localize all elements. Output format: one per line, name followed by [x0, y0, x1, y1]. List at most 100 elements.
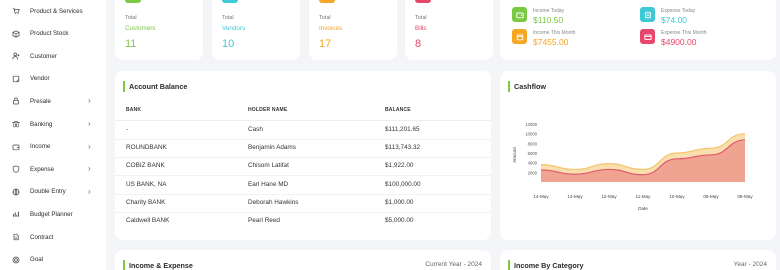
stat-label: Total [415, 15, 427, 21]
balance-cell: $113,743.32 [385, 144, 421, 152]
bank-icon [11, 119, 21, 129]
cashflow-panel: Cashflow 2000 4000 6000 8000 10000 12000 Amoun… [500, 71, 776, 240]
panel-subtitle: Year - 2024 [733, 261, 767, 268]
col-header-balance: BALANCE [385, 107, 411, 113]
y-axis-label: Amount [512, 146, 517, 162]
stat-title: Vendors [222, 25, 246, 32]
stat-value: 10 [222, 38, 235, 50]
bank-cell: Charity BANK [126, 198, 166, 206]
col-header-bank: BANK [126, 107, 142, 113]
x-tick-label: 13-May [567, 194, 583, 199]
x-tick-label: 08-May [737, 194, 753, 199]
chevron-right-icon: › [88, 186, 91, 196]
expense-today-label: Expense Today [661, 8, 696, 14]
sidebar-item-expense[interactable]: Expense › [0, 159, 106, 179]
x-tick-label: 12-May [601, 194, 617, 199]
invoices-icon [319, 0, 335, 3]
income-month-label: Income This Month [533, 30, 576, 36]
balance-cell: $1,922.00 [385, 162, 414, 170]
panel-subtitle: Current Year - 2024 [425, 261, 482, 268]
user-plus-icon [11, 51, 21, 61]
sidebar-item-label: Goal [30, 256, 44, 264]
stat-card-bills[interactable]: Total Bills 8 [405, 0, 493, 60]
cashflow-chart: 2000 4000 6000 8000 10000 12000 Amount 14-May 13… [512, 122, 753, 211]
holder-cell: Earl Hane MD [248, 180, 289, 188]
sidebar-item-label: Banking [30, 120, 53, 128]
sidebar-item-banking[interactable]: Banking › [0, 114, 106, 134]
globe-icon [11, 187, 21, 197]
stat-card-vendors[interactable]: Total Vendors 10 [212, 0, 300, 60]
chevron-right-icon: › [88, 119, 91, 128]
stat-card-invoices[interactable]: Total Invoices 17 [309, 0, 397, 60]
balance-cell: $111,201.65 [385, 126, 420, 133]
sidebar-item-label: Expense [30, 165, 55, 173]
expense-month-label: Expense This Month [661, 30, 707, 36]
sidebar: Product & Services Product Stock Customer V… [0, 0, 106, 270]
income-month-value: $7455.00 [533, 37, 569, 47]
header-divider [115, 120, 491, 121]
contract-icon [11, 232, 21, 242]
stat-label: Total [319, 15, 331, 21]
income-by-category-panel: Income By Category Year - 2024 [500, 250, 776, 270]
customers-icon [125, 0, 141, 3]
sidebar-item-label: Vendor [30, 75, 50, 83]
sidebar-item-label: Product Stock [30, 30, 69, 38]
wallet-icon [11, 142, 21, 152]
row-divider [115, 139, 491, 140]
sidebar-item-budget-planner[interactable]: Budget Planner [0, 204, 106, 224]
holder-cell: Pearl Reed [248, 217, 280, 224]
x-axis-label: Date [638, 206, 648, 211]
calendar-icon [512, 29, 527, 44]
sidebar-item-label: Presale [30, 97, 51, 105]
sidebar-item-goal[interactable]: Goal [0, 250, 106, 270]
receipt-icon [640, 7, 655, 22]
y-tick-label: 6000 [528, 151, 538, 156]
bank-cell: - [126, 126, 129, 133]
y-tick-label: 2000 [528, 170, 538, 175]
sidebar-item-label: Customer [30, 52, 57, 60]
income-today-label: Income Today [533, 8, 565, 14]
expense-month-value: $4900.00 [661, 37, 697, 47]
sidebar-item-label: Income [30, 143, 51, 151]
balance-cell: $5,000.00 [385, 217, 414, 224]
note-icon [11, 74, 21, 84]
col-header-holder: HOLDER NAME [248, 107, 288, 113]
sidebar-item-product-services[interactable]: Product & Services [0, 1, 106, 21]
stat-card-customers[interactable]: Total Customers 11 [115, 0, 203, 60]
sidebar-item-customer[interactable]: Customer [0, 46, 106, 66]
y-tick-label: 10000 [525, 132, 537, 137]
sidebar-item-label: Product & Services [30, 7, 83, 15]
sidebar-item-income[interactable]: Income › [0, 137, 106, 157]
wallet-icon [512, 7, 527, 22]
y-tick-label: 12000 [525, 122, 537, 127]
target-icon [11, 255, 21, 265]
panel-title: Income By Category [508, 260, 584, 270]
income-today-value: $110.50 [533, 15, 564, 25]
holder-cell: Chisom Latifat [248, 162, 289, 170]
sidebar-item-label: Double Entry [30, 188, 66, 196]
chevron-right-icon: › [88, 141, 91, 151]
box-icon [11, 29, 21, 39]
panel-title: Income & Expense [123, 260, 193, 270]
bank-cell: US BANK, NA [126, 180, 167, 188]
y-tick-label: 4000 [528, 161, 538, 166]
stat-title: Bills [415, 25, 427, 32]
sidebar-item-product-stock[interactable]: Product Stock [0, 24, 106, 44]
sidebar-item-contract[interactable]: Contract [0, 227, 106, 247]
summary-card: Income Today $110.50 Expense Today $74.0… [500, 0, 776, 60]
sidebar-item-double-entry[interactable]: Double Entry › [0, 182, 106, 202]
stat-value: 17 [319, 38, 332, 50]
sidebar-item-presale[interactable]: Presale › [0, 91, 106, 111]
lock-icon [11, 96, 21, 106]
row-divider [115, 175, 491, 177]
stat-value: 11 [125, 38, 137, 50]
vendors-icon [222, 0, 238, 3]
stat-title: Invoices [319, 25, 343, 32]
balance-cell: $100,000.00 [385, 180, 421, 188]
series-area [541, 139, 745, 182]
sidebar-item-vendor[interactable]: Vendor [0, 69, 106, 89]
sidebar-item-label: Budget Planner [30, 210, 73, 218]
chevron-right-icon: › [88, 164, 91, 174]
stat-label: Total [222, 15, 234, 21]
y-tick-label: 8000 [528, 141, 538, 146]
